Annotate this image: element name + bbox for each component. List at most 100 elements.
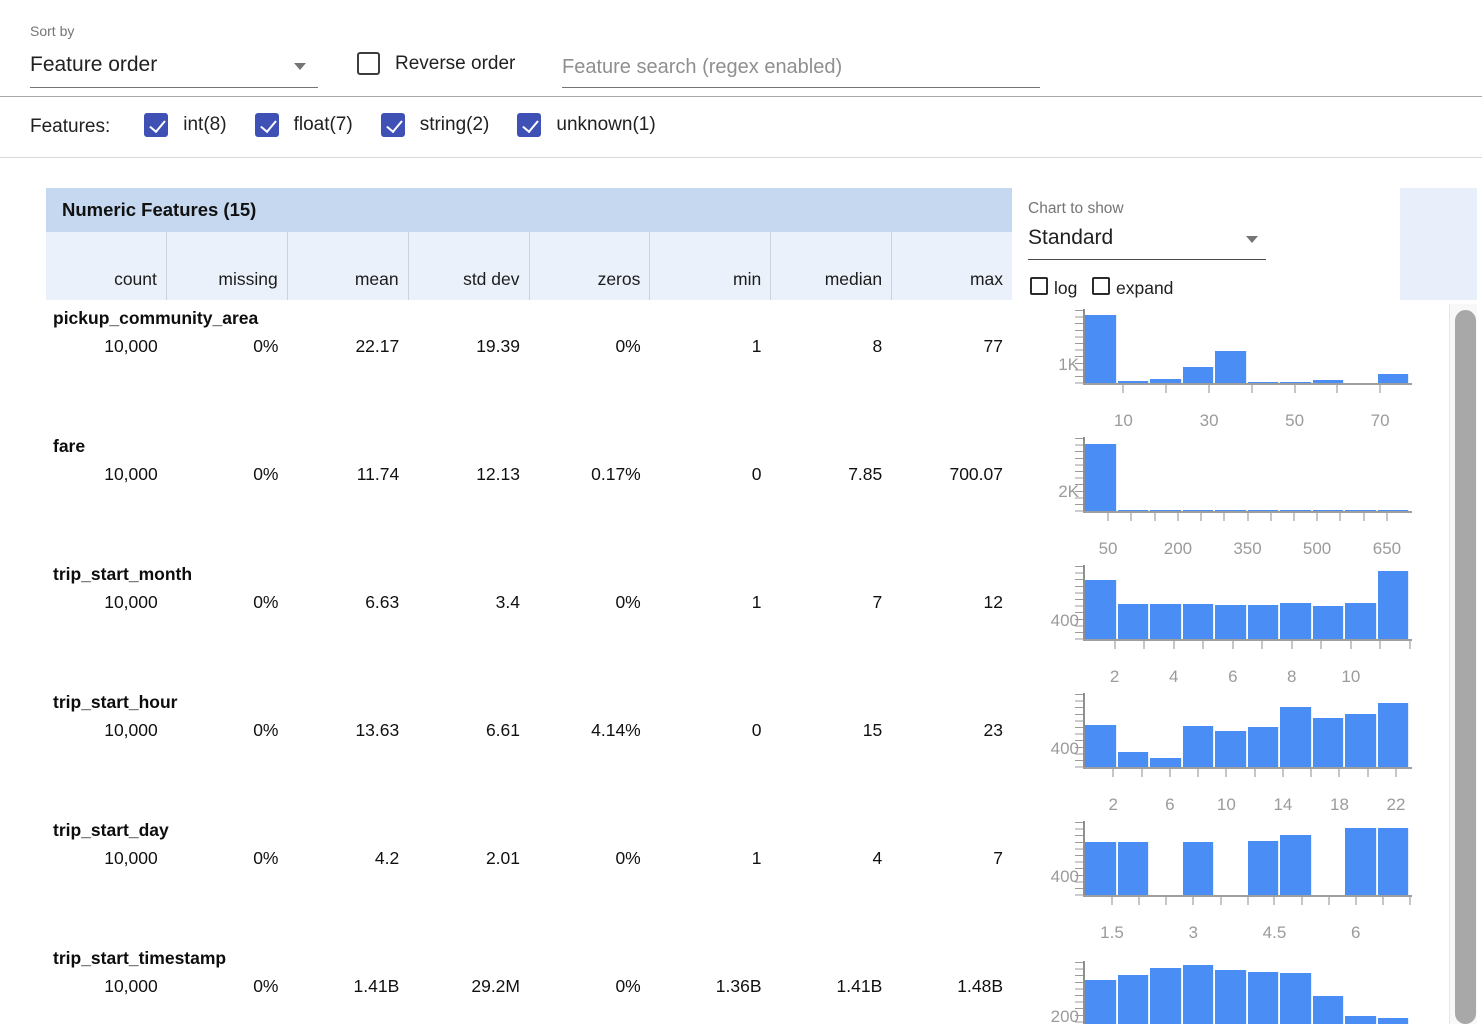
stat-value: 7 [771, 592, 892, 613]
hist-x-tick [1293, 513, 1295, 521]
stat-value: 10,000 [46, 976, 167, 997]
log-checkbox[interactable] [1030, 277, 1048, 295]
hist-bar [1313, 996, 1345, 1024]
feature-search-input[interactable] [562, 48, 1040, 88]
feature-row: trip_start_month 10,0000%6.633.40%1712 4… [46, 556, 1477, 684]
stat-value: 1 [650, 336, 771, 357]
hist-x-tick [1328, 897, 1330, 905]
hist-x-tick [1141, 769, 1143, 777]
hist-x-tick [1336, 385, 1338, 393]
hist-plot [1085, 694, 1410, 767]
stat-value: 22.17 [288, 336, 409, 357]
stat-value: 1.41B [288, 976, 409, 997]
hist-bar [1150, 968, 1182, 1024]
sort-by-dropdown[interactable]: Feature order [30, 48, 318, 88]
hist-bar [1215, 970, 1247, 1024]
hist-x-tick [1192, 897, 1194, 905]
hist-bar [1280, 707, 1312, 767]
hist-x-tick [1138, 897, 1140, 905]
feature-name: trip_start_hour [53, 692, 177, 713]
hist-x-tick [1247, 513, 1249, 521]
chevron-down-icon [294, 63, 306, 70]
hist-bar [1378, 374, 1410, 383]
feature-stats-row: 10,0000%1.41B29.2M0%1.36B1.41B1.48B [46, 976, 1012, 997]
hist-x-tick [1165, 897, 1167, 905]
panel-title-bar: Numeric Features (15) [46, 188, 1012, 232]
reverse-order-checkbox[interactable] [357, 52, 380, 75]
hist-x-tick [1282, 769, 1284, 777]
stat-value: 23 [891, 720, 1012, 741]
feature-type-filter: float(7) [255, 113, 353, 137]
hist-bar [1118, 604, 1150, 639]
column-header-median: median [770, 232, 891, 300]
hist-x-tick [1232, 641, 1234, 649]
hist-bar [1085, 315, 1117, 383]
hist-x-tick [1379, 641, 1381, 649]
feature-type-filter: unknown(1) [517, 113, 655, 137]
hist-x-tick [1382, 897, 1384, 905]
hist-x-tick [1254, 769, 1256, 777]
stat-value: 12.13 [408, 464, 529, 485]
hist-x-tick [1197, 769, 1199, 777]
stat-value: 12 [891, 592, 1012, 613]
hist-x-tick [1291, 641, 1293, 649]
hist-bar [1118, 752, 1150, 767]
hist-x-tick [1107, 513, 1109, 521]
hist-x-axis [1083, 383, 1412, 385]
feature-name: fare [53, 436, 85, 457]
header-right-strip [1400, 188, 1477, 300]
feature-name: trip_start_month [53, 564, 192, 585]
feature-stats-row: 10,0000%11.7412.130.17%07.85700.07 [46, 464, 1012, 485]
hist-bar [1215, 731, 1247, 768]
stat-value: 4 [771, 848, 892, 869]
checkbox-checked-icon[interactable] [381, 113, 405, 137]
checkbox-checked-icon[interactable] [255, 113, 279, 137]
hist-x-tick [1169, 769, 1171, 777]
hist-x-tick [1310, 769, 1312, 777]
hist-y-tick-label: 400 [1037, 611, 1079, 631]
feature-histogram: 2K 50200350500650 [1037, 428, 1477, 556]
hist-bar [1313, 606, 1345, 639]
expand-checkbox[interactable] [1092, 277, 1110, 295]
hist-x-tick [1379, 385, 1381, 393]
hist-x-tick [1320, 641, 1322, 649]
stat-value: 0% [529, 336, 650, 357]
stat-value: 2.01 [408, 848, 529, 869]
column-header-mean: mean [287, 232, 408, 300]
stat-value: 10,000 [46, 336, 167, 357]
stat-value: 1 [650, 592, 771, 613]
hist-x-tick [1247, 897, 1249, 905]
hist-plot [1085, 310, 1410, 383]
hist-x-tick [1208, 385, 1210, 393]
hist-y-tick-label: 400 [1037, 739, 1079, 759]
hist-x-tick [1316, 513, 1318, 521]
feature-row: fare 10,0000%11.7412.130.17%07.85700.07 … [46, 428, 1477, 556]
chart-to-show-dropdown[interactable]: Standard [1028, 222, 1266, 260]
hist-y-tick-label: 400 [1037, 867, 1079, 887]
feature-type-filterbar: Features: int(8) float(7) string(2) unkn… [0, 97, 1482, 158]
hist-y-tick-label: 200 [1037, 1007, 1079, 1024]
stat-value: 10,000 [46, 592, 167, 613]
hist-bar [1085, 725, 1117, 767]
stat-value: 0% [529, 848, 650, 869]
checkbox-checked-icon[interactable] [144, 113, 168, 137]
hist-x-tick [1130, 513, 1132, 521]
stat-value: 0% [529, 592, 650, 613]
feature-stats-row: 10,0000%13.636.614.14%01523 [46, 720, 1012, 741]
vertical-scrollbar-thumb[interactable] [1455, 310, 1476, 1024]
checkbox-checked-icon[interactable] [517, 113, 541, 137]
hist-y-tick-label: 2K [1037, 482, 1079, 502]
hist-bar [1378, 1018, 1410, 1024]
hist-bar [1085, 842, 1117, 895]
stat-value: 1 [650, 848, 771, 869]
feature-row: trip_start_timestamp 10,0000%1.41B29.2M0… [46, 940, 1477, 1024]
hist-x-tick [1273, 897, 1275, 905]
reverse-order-label: Reverse order [395, 53, 515, 75]
hist-bar [1183, 842, 1215, 895]
stat-value: 4.2 [288, 848, 409, 869]
stat-value: 0% [167, 336, 288, 357]
stat-value: 8 [771, 336, 892, 357]
hist-x-axis [1083, 767, 1412, 769]
hist-bar [1345, 603, 1377, 640]
hist-x-tick [1261, 641, 1263, 649]
